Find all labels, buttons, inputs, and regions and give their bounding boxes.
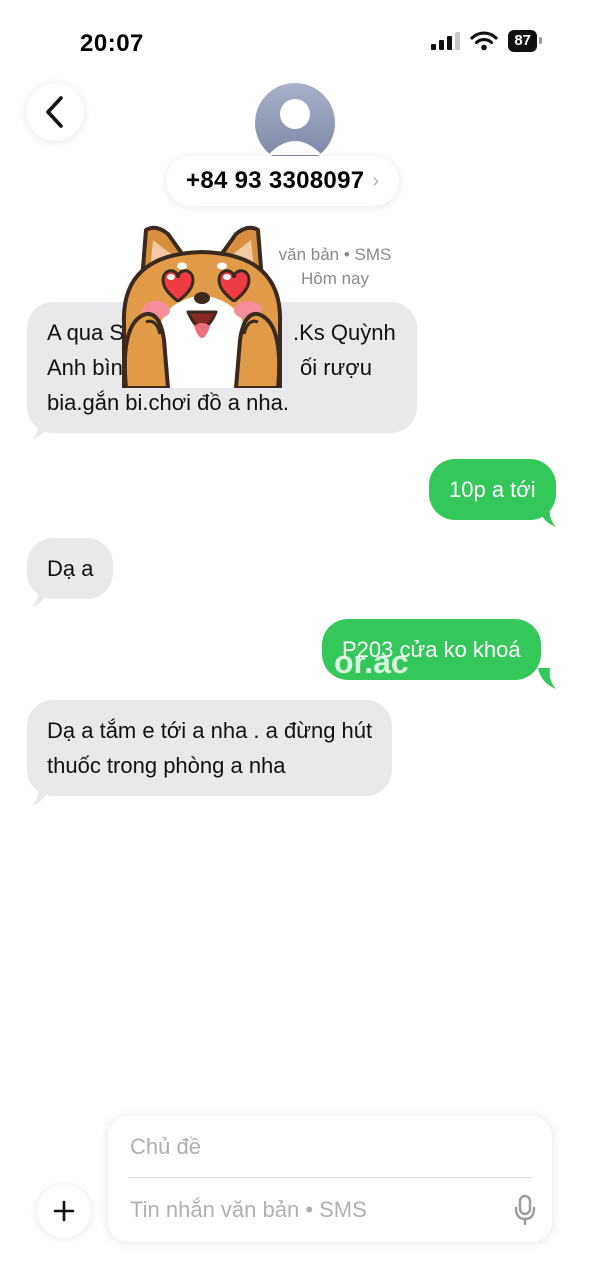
status-icons: 87 xyxy=(430,30,542,52)
bubble-tail xyxy=(32,785,50,806)
message-text: Anh bìn xyxy=(47,355,123,380)
microphone-icon[interactable] xyxy=(514,1194,536,1226)
message-input[interactable]: Tin nhắn văn bản • SMS xyxy=(130,1197,367,1223)
bubble-tail xyxy=(32,419,50,440)
signal-icon xyxy=(431,32,461,50)
contact-avatar[interactable] xyxy=(255,83,335,163)
watermark: or.ac xyxy=(334,644,409,680)
status-time: 20:07 xyxy=(80,30,144,57)
back-button[interactable] xyxy=(26,83,84,141)
contact-name-pill[interactable]: +84 93 3308097 › xyxy=(166,156,400,206)
status-bar: 20:07 87 xyxy=(0,0,589,80)
subject-input[interactable]: Chủ đề xyxy=(130,1134,201,1160)
message-text: 10p a tới xyxy=(449,477,536,502)
shiba-sticker xyxy=(121,225,283,388)
message-text: Dạ a tắm e tới a nha . a đừng hút xyxy=(47,718,373,743)
plus-icon xyxy=(53,1200,75,1222)
chevron-right-icon: › xyxy=(372,169,380,192)
chevron-left-icon xyxy=(46,96,63,128)
message-text: Dạ a xyxy=(47,556,94,581)
wifi-icon xyxy=(470,31,498,51)
battery-icon: 87 xyxy=(508,30,542,52)
message-text: ối rượu xyxy=(300,355,372,380)
add-attachment-button[interactable] xyxy=(37,1184,91,1238)
compose-box: Chủ đề Tin nhắn văn bản • SMS xyxy=(108,1116,552,1242)
message-bubble-incoming[interactable]: Dạ a tắm e tới a nha . a đừng hút thuốc … xyxy=(27,700,393,796)
bubble-tail xyxy=(538,668,556,689)
bubble-tail xyxy=(32,586,50,607)
message-text: bia.gắn bi.chơi đồ a nha. xyxy=(47,390,289,415)
compose-divider xyxy=(128,1177,532,1178)
person-icon xyxy=(268,99,322,155)
contact-name: +84 93 3308097 xyxy=(186,167,365,194)
message-text: A qua S xyxy=(47,320,125,345)
message-text: .Ks Quỳnh xyxy=(293,320,396,345)
bubble-tail xyxy=(538,506,556,527)
message-text: thuốc trong phòng a nha xyxy=(47,753,286,778)
